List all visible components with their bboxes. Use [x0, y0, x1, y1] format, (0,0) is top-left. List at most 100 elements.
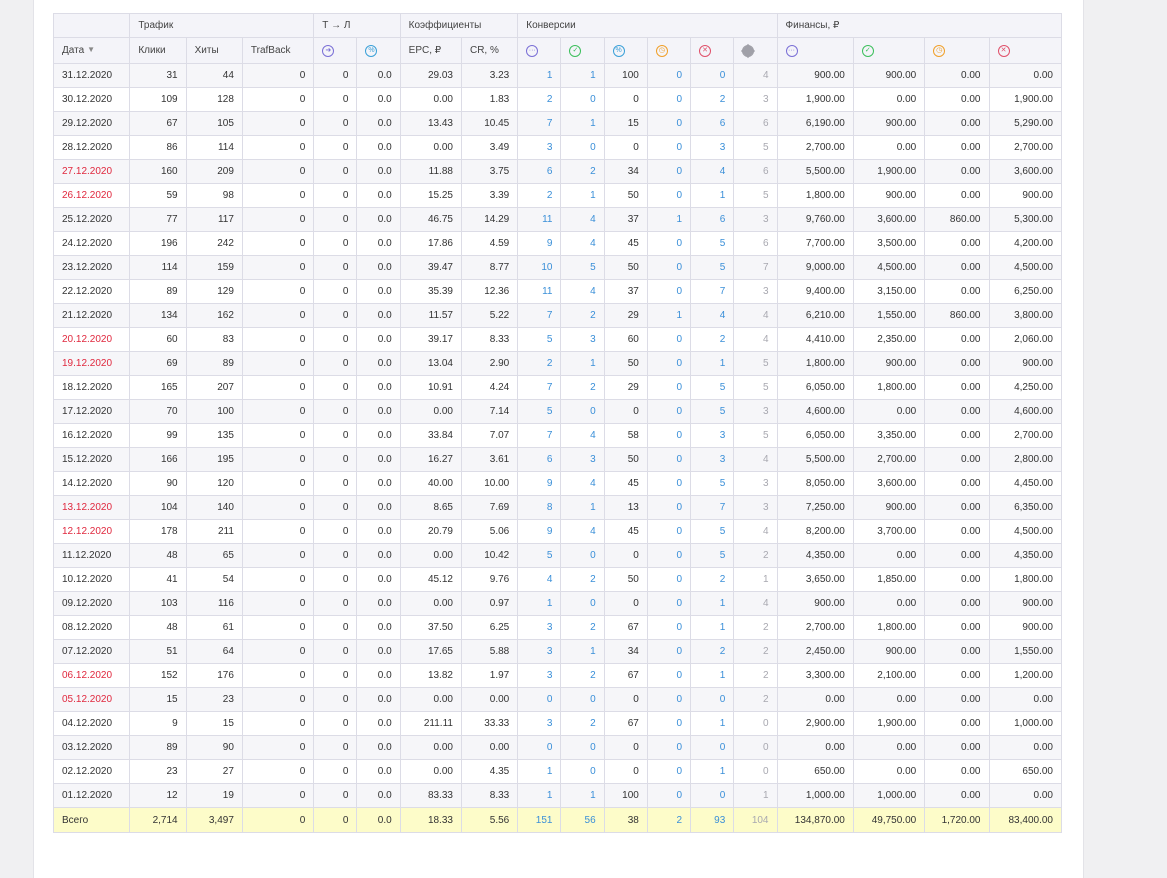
cell-c-ok[interactable]: 1: [560, 351, 605, 376]
col-conv-approved[interactable]: ✓: [560, 37, 605, 64]
cell-c-hold[interactable]: 0: [646, 759, 692, 784]
cell-c-trash[interactable]: 6: [733, 159, 778, 184]
cell-c-trash[interactable]: 2: [733, 663, 778, 688]
cell-c-all[interactable]: 7: [517, 303, 562, 328]
cell-c-rej[interactable]: 3: [690, 135, 735, 160]
cell-c-ok[interactable]: 1: [560, 495, 605, 520]
cell-c-rej[interactable]: 5: [690, 399, 735, 424]
col-clicks[interactable]: Клики: [129, 37, 187, 64]
cell-c-ok[interactable]: 2: [560, 303, 605, 328]
cell-c-ok[interactable]: 4: [560, 519, 605, 544]
col-fin-all[interactable]: ···: [776, 37, 854, 64]
cell-c-trash[interactable]: 4: [733, 303, 778, 328]
cell-c-trash[interactable]: 0: [733, 711, 778, 736]
cell-c-hold[interactable]: 0: [646, 495, 692, 520]
cell-c-rej[interactable]: 2: [690, 639, 735, 664]
cell-c-rej[interactable]: 5: [690, 231, 735, 256]
cell-c-rej[interactable]: 0: [690, 783, 735, 808]
cell-c-all[interactable]: 3: [517, 639, 562, 664]
cell-c-ok[interactable]: 0: [560, 543, 605, 568]
cell-c-all[interactable]: 0: [517, 687, 562, 712]
col-tl-count[interactable]: ➜: [313, 37, 358, 64]
cell-c-all[interactable]: 6: [517, 447, 562, 472]
cell-c-hold[interactable]: 0: [646, 327, 692, 352]
cell-c-hold[interactable]: 0: [646, 231, 692, 256]
cell-c-trash[interactable]: 2: [733, 615, 778, 640]
cell-c-all[interactable]: 11: [517, 279, 562, 304]
cell-c-rej[interactable]: 1: [690, 183, 735, 208]
cell-c-hold[interactable]: 0: [646, 543, 692, 568]
cell-c-ok[interactable]: 0: [560, 687, 605, 712]
cell-c-hold[interactable]: 0: [646, 519, 692, 544]
cell-c-all[interactable]: 0: [517, 735, 562, 760]
cell-c-all[interactable]: 7: [517, 423, 562, 448]
cell-c-ok[interactable]: 1: [560, 111, 605, 136]
cell-c-trash[interactable]: 3: [733, 279, 778, 304]
cell-c-trash[interactable]: 0: [733, 735, 778, 760]
cell-c-all[interactable]: 3: [517, 663, 562, 688]
cell-c-all[interactable]: 1: [517, 783, 562, 808]
cell-c-ok[interactable]: 56: [560, 807, 605, 833]
cell-c-hold[interactable]: 2: [646, 807, 692, 833]
cell-c-rej[interactable]: 1: [690, 615, 735, 640]
cell-c-hold[interactable]: 0: [646, 183, 692, 208]
cell-c-hold[interactable]: 0: [646, 351, 692, 376]
cell-c-trash[interactable]: 2: [733, 543, 778, 568]
col-conv-hold[interactable]: ◷: [646, 37, 692, 64]
cell-c-all[interactable]: 5: [517, 543, 562, 568]
cell-c-hold[interactable]: 1: [646, 303, 692, 328]
cell-c-rej[interactable]: 3: [690, 423, 735, 448]
cell-c-rej[interactable]: 0: [690, 63, 735, 88]
cell-c-trash[interactable]: 5: [733, 423, 778, 448]
cell-c-ok[interactable]: 2: [560, 711, 605, 736]
cell-c-rej[interactable]: 7: [690, 279, 735, 304]
cell-c-trash[interactable]: 4: [733, 327, 778, 352]
cell-c-all[interactable]: 151: [517, 807, 562, 833]
cell-c-all[interactable]: 9: [517, 519, 562, 544]
cell-c-hold[interactable]: 0: [646, 639, 692, 664]
col-cr[interactable]: CR, %: [460, 37, 519, 64]
col-conv-rejected[interactable]: ✕: [690, 37, 735, 64]
cell-c-all[interactable]: 1: [517, 63, 562, 88]
cell-c-hold[interactable]: 0: [646, 687, 692, 712]
cell-c-hold[interactable]: 1: [646, 207, 692, 232]
cell-c-all[interactable]: 3: [517, 615, 562, 640]
cell-c-ok[interactable]: 2: [560, 567, 605, 592]
cell-c-all[interactable]: 9: [517, 471, 562, 496]
cell-c-ok[interactable]: 4: [560, 231, 605, 256]
cell-c-ok[interactable]: 4: [560, 423, 605, 448]
cell-c-trash[interactable]: 3: [733, 399, 778, 424]
cell-c-all[interactable]: 11: [517, 207, 562, 232]
cell-c-rej[interactable]: 3: [690, 447, 735, 472]
cell-c-ok[interactable]: 0: [560, 591, 605, 616]
cell-c-hold[interactable]: 0: [646, 111, 692, 136]
cell-c-ok[interactable]: 0: [560, 135, 605, 160]
cell-c-hold[interactable]: 0: [646, 255, 692, 280]
cell-c-hold[interactable]: 0: [646, 735, 692, 760]
cell-c-rej[interactable]: 1: [690, 663, 735, 688]
cell-c-trash[interactable]: 4: [733, 63, 778, 88]
cell-c-all[interactable]: 1: [517, 759, 562, 784]
cell-c-trash[interactable]: 5: [733, 183, 778, 208]
col-trafback[interactable]: TrafBack: [241, 37, 315, 64]
cell-c-all[interactable]: 9: [517, 231, 562, 256]
cell-c-rej[interactable]: 6: [690, 111, 735, 136]
cell-c-hold[interactable]: 0: [646, 279, 692, 304]
cell-c-all[interactable]: 3: [517, 135, 562, 160]
col-hits[interactable]: Хиты: [185, 37, 243, 64]
cell-c-rej[interactable]: 5: [690, 519, 735, 544]
cell-c-rej[interactable]: 2: [690, 327, 735, 352]
cell-c-trash[interactable]: 6: [733, 231, 778, 256]
cell-c-ok[interactable]: 0: [560, 399, 605, 424]
cell-c-ok[interactable]: 3: [560, 447, 605, 472]
cell-c-ok[interactable]: 1: [560, 639, 605, 664]
cell-c-rej[interactable]: 7: [690, 495, 735, 520]
col-fin-rejected[interactable]: ✕: [988, 37, 1062, 64]
cell-c-rej[interactable]: 4: [690, 159, 735, 184]
cell-c-trash[interactable]: 2: [733, 687, 778, 712]
col-fin-hold[interactable]: ◷: [924, 37, 990, 64]
cell-c-all[interactable]: 7: [517, 375, 562, 400]
cell-c-rej[interactable]: 5: [690, 471, 735, 496]
cell-c-rej[interactable]: 0: [690, 735, 735, 760]
cell-c-trash[interactable]: 4: [733, 519, 778, 544]
